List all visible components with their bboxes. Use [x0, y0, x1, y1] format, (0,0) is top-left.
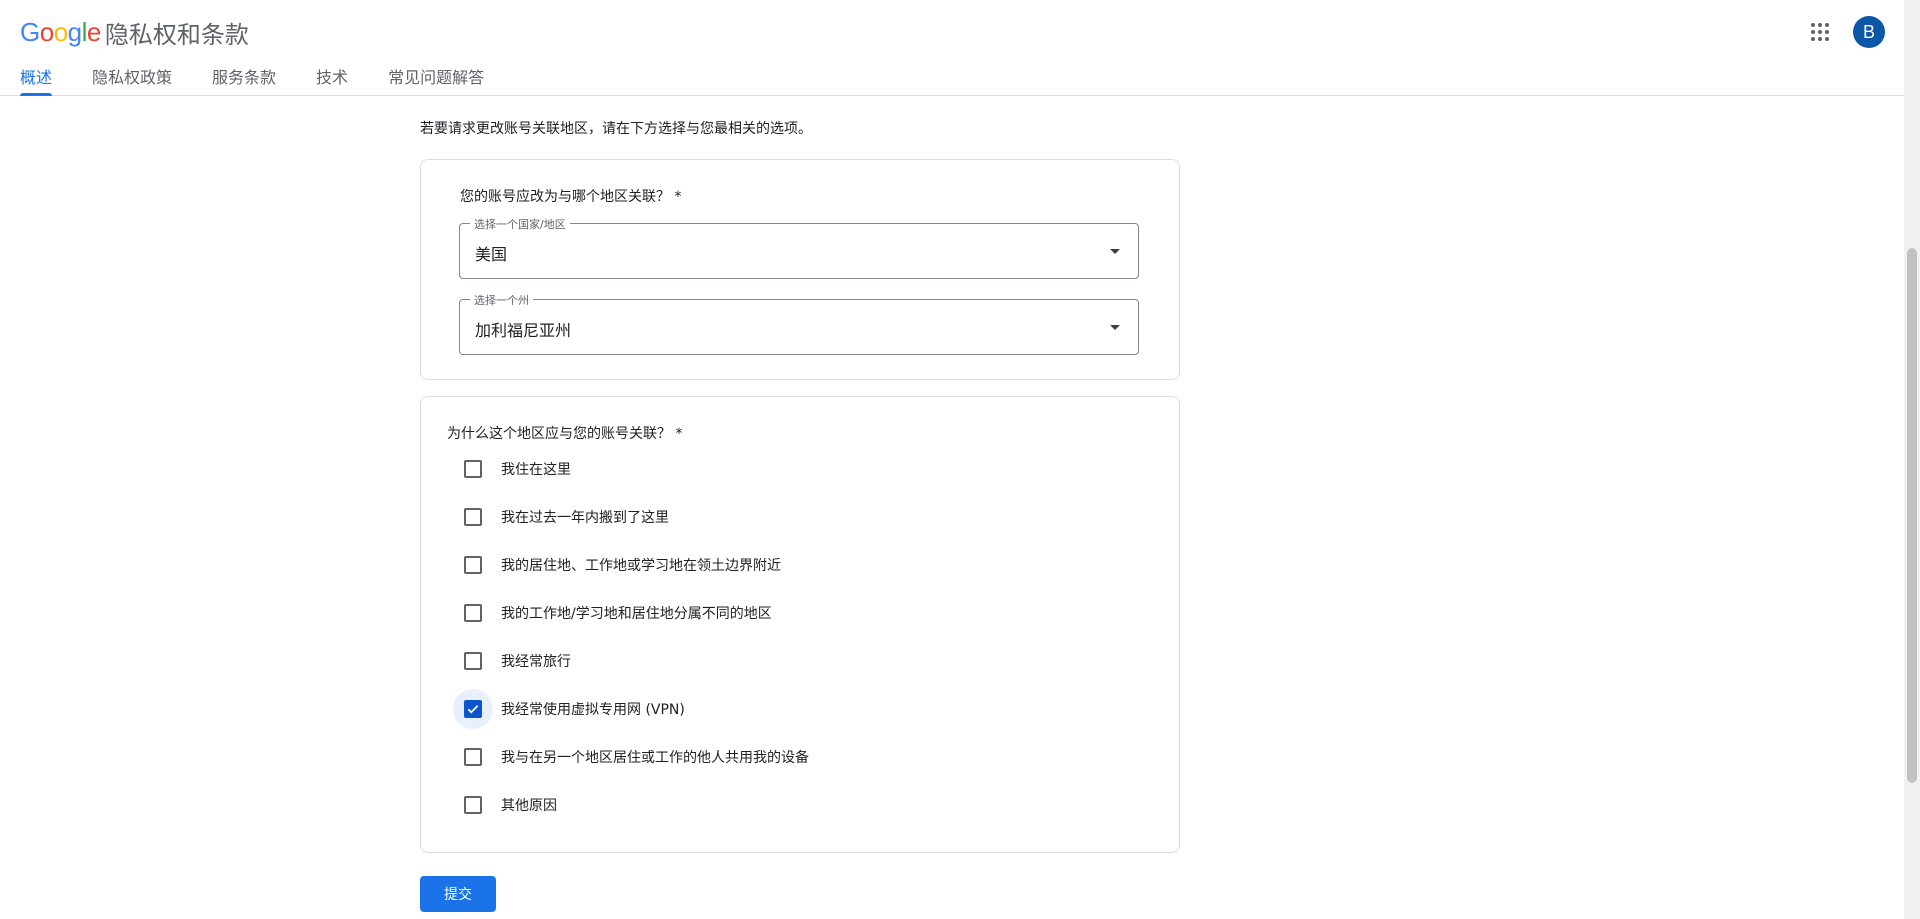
- top-header: Google 隐私权和条款 B 概述 隐私权政策 服务条款 技术 常见问题解答: [0, 0, 1904, 96]
- checkbox[interactable]: [464, 796, 482, 814]
- region-question: 您的账号应改为与哪个地区关联？ *: [460, 189, 682, 205]
- reason-option-travel[interactable]: 我经常旅行: [453, 641, 571, 681]
- account-avatar[interactable]: B: [1853, 16, 1885, 48]
- state-select-label: 选择一个州: [470, 292, 533, 308]
- tab-terms-of-service[interactable]: 服务条款: [192, 58, 296, 96]
- checkbox[interactable]: [464, 652, 482, 670]
- checkbox-ripple: [453, 497, 493, 537]
- checkbox-ripple: [453, 689, 493, 729]
- checkbox[interactable]: [464, 700, 482, 718]
- brand[interactable]: Google 隐私权和条款: [20, 14, 249, 50]
- state-select[interactable]: 选择一个州 加利福尼亚州: [459, 292, 1139, 355]
- tab-technologies[interactable]: 技术: [296, 58, 368, 96]
- apps-dot: [1825, 37, 1829, 41]
- reason-option-other[interactable]: 其他原因: [453, 785, 557, 825]
- checkbox-ripple: [453, 593, 493, 633]
- reason-card: 为什么这个地区应与您的账号关联？ * 我住在这里 我在过去一年内搬到了这里 我的…: [420, 396, 1180, 853]
- reason-option-moved-here[interactable]: 我在过去一年内搬到了这里: [453, 497, 669, 537]
- dropdown-arrow-icon: [1110, 249, 1120, 254]
- checkbox-ripple: [453, 641, 493, 681]
- reason-option-near-border[interactable]: 我的居住地、工作地或学习地在领土边界附近: [453, 545, 781, 585]
- nav-tabs: 概述 隐私权政策 服务条款 技术 常见问题解答: [0, 58, 504, 96]
- reason-option-vpn[interactable]: 我经常使用虚拟专用网 (VPN): [453, 689, 685, 729]
- apps-dot: [1811, 23, 1815, 27]
- apps-dot: [1825, 30, 1829, 34]
- checkbox-label: 我与在另一个地区居住或工作的他人共用我的设备: [501, 750, 809, 766]
- scrollbar-thumb[interactable]: [1907, 248, 1917, 783]
- reason-option-different-regions[interactable]: 我的工作地/学习地和居住地分属不同的地区: [453, 593, 772, 633]
- apps-dot: [1818, 23, 1822, 27]
- checkbox[interactable]: [464, 604, 482, 622]
- checkbox-label: 我住在这里: [501, 462, 571, 478]
- apps-dot: [1811, 30, 1815, 34]
- google-logo: Google: [20, 17, 101, 48]
- submit-button[interactable]: 提交: [420, 876, 496, 912]
- page-scrollbar[interactable]: [1904, 0, 1920, 919]
- tab-faq[interactable]: 常见问题解答: [368, 58, 504, 96]
- grid-apps-icon[interactable]: [1805, 17, 1835, 47]
- apps-dot: [1818, 37, 1822, 41]
- checkbox-label: 其他原因: [501, 798, 557, 814]
- checkbox-label: 我经常使用虚拟专用网 (VPN): [501, 702, 685, 718]
- checkbox[interactable]: [464, 748, 482, 766]
- tab-overview[interactable]: 概述: [0, 58, 72, 96]
- apps-dot: [1825, 23, 1829, 27]
- apps-dot: [1811, 37, 1815, 41]
- checkbox-ripple: [453, 785, 493, 825]
- reason-option-shared-device[interactable]: 我与在另一个地区居住或工作的他人共用我的设备: [453, 737, 809, 777]
- product-name: 隐私权和条款: [104, 20, 249, 49]
- checkbox[interactable]: [464, 460, 482, 478]
- checkbox-ripple: [453, 737, 493, 777]
- country-select-label: 选择一个国家/地区: [470, 216, 570, 232]
- checkbox-ripple: [453, 545, 493, 585]
- region-card: 您的账号应改为与哪个地区关联？ * 选择一个国家/地区 美国 选择一个州 加利福…: [420, 159, 1180, 380]
- check-icon: [467, 705, 479, 714]
- country-select-value: 美国: [475, 245, 508, 264]
- reason-option-live-here[interactable]: 我住在这里: [453, 449, 571, 489]
- logo-letter-g2: g: [67, 16, 82, 47]
- checkbox[interactable]: [464, 556, 482, 574]
- logo-letter-g1: G: [20, 16, 40, 47]
- logo-letter-e: e: [86, 16, 101, 47]
- tab-privacy-policy[interactable]: 隐私权政策: [72, 58, 192, 96]
- reason-question: 为什么这个地区应与您的账号关联？ *: [447, 426, 683, 442]
- dropdown-arrow-icon: [1110, 325, 1120, 330]
- checkbox-ripple: [453, 449, 493, 489]
- state-select-value: 加利福尼亚州: [475, 321, 572, 340]
- logo-letter-o1: o: [39, 16, 54, 47]
- checkbox[interactable]: [464, 508, 482, 526]
- apps-dot: [1818, 30, 1822, 34]
- checkbox-label: 我的居住地、工作地或学习地在领土边界附近: [501, 558, 781, 574]
- checkbox-label: 我的工作地/学习地和居住地分属不同的地区: [501, 606, 772, 622]
- logo-letter-o2: o: [53, 16, 68, 47]
- country-select[interactable]: 选择一个国家/地区 美国: [459, 216, 1139, 279]
- intro-text: 若要请求更改账号关联地区，请在下方选择与您最相关的选项。: [420, 121, 812, 137]
- checkbox-label: 我在过去一年内搬到了这里: [501, 510, 669, 526]
- checkbox-label: 我经常旅行: [501, 654, 571, 670]
